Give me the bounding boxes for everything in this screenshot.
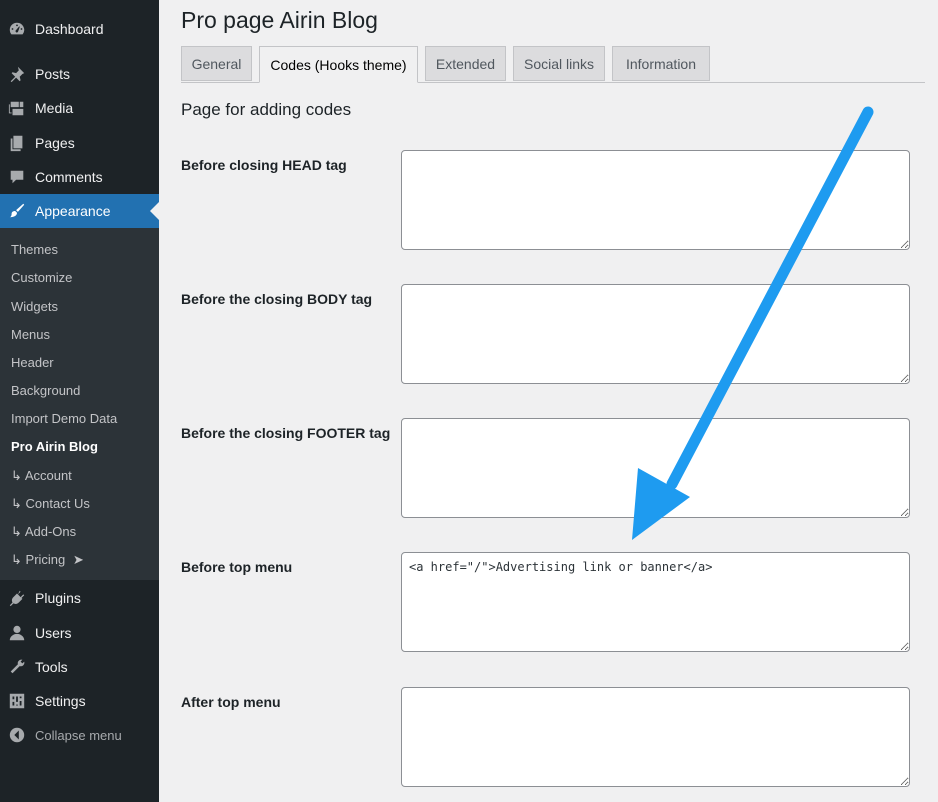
submenu-header[interactable]: Header — [11, 355, 54, 370]
page-title: Pro page Airin Blog — [181, 7, 378, 33]
field-label-after-top-menu: After top menu — [181, 694, 281, 710]
submenu-label: Pricing — [25, 552, 66, 567]
collapse-label: Collapse menu — [35, 727, 122, 743]
child-indent-icon: ↳ — [11, 524, 22, 539]
menu-settings[interactable]: Settings — [0, 684, 159, 718]
tab-social-links[interactable]: Social links — [513, 46, 605, 81]
submenu-contact-us[interactable]: ↳ Contact Us — [11, 496, 90, 512]
submenu-customize[interactable]: Customize — [11, 270, 72, 285]
menu-plugins[interactable]: Plugins — [0, 581, 159, 615]
wrench-icon — [8, 658, 26, 676]
code-textarea-before-top-menu[interactable]: <a href="/">Advertising link or banner</… — [401, 552, 910, 652]
tab-extended[interactable]: Extended — [425, 46, 506, 81]
dashboard-icon — [8, 20, 26, 38]
menu-label: Appearance — [35, 203, 111, 219]
menu-posts[interactable]: Posts — [0, 57, 159, 91]
code-textarea-footer[interactable] — [401, 418, 910, 518]
tab-general[interactable]: General — [181, 46, 252, 81]
menu-label: Dashboard — [35, 21, 104, 37]
field-label-before-top-menu: Before top menu — [181, 559, 293, 575]
plug-icon — [8, 589, 26, 607]
tab-information[interactable]: Information — [612, 46, 710, 81]
menu-label: Posts — [35, 66, 71, 82]
collapse-menu-button[interactable]: Collapse menu — [0, 720, 159, 750]
settings-tabs: General Codes (Hooks theme) Extended Soc… — [181, 46, 925, 83]
submenu-account[interactable]: ↳ Account — [11, 468, 72, 484]
menu-pages[interactable]: Pages — [0, 126, 159, 160]
media-icon — [8, 99, 26, 117]
submenu-widgets[interactable]: Widgets — [11, 299, 58, 314]
field-label-head: Before closing HEAD tag — [181, 157, 347, 173]
pricing-arrow-icon: ➤ — [72, 552, 84, 567]
submenu-label: Account — [24, 468, 72, 483]
menu-media[interactable]: Media — [0, 91, 159, 125]
field-label-body: Before the closing BODY tag — [181, 291, 373, 307]
tab-codes-hooks-theme[interactable]: Codes (Hooks theme) — [259, 46, 418, 83]
menu-label: Users — [35, 625, 72, 641]
menu-label: Media — [35, 100, 74, 116]
submenu-pricing[interactable]: ↳ Pricing ➤ — [11, 552, 84, 568]
child-indent-icon: ↳ — [11, 496, 22, 511]
submenu-pro-airin-blog[interactable]: Pro Airin Blog — [11, 439, 98, 454]
menu-comments[interactable]: Comments — [0, 160, 159, 194]
submenu-add-ons[interactable]: ↳ Add-Ons — [11, 524, 76, 540]
code-textarea-head[interactable] — [401, 150, 910, 250]
appearance-submenu: Themes Customize Widgets Menus Header Ba… — [0, 228, 159, 580]
submenu-label: Contact Us — [25, 496, 90, 511]
menu-label: Settings — [35, 693, 86, 709]
child-indent-icon: ↳ — [11, 468, 22, 483]
menu-dashboard[interactable]: Dashboard — [0, 12, 159, 46]
pushpin-icon — [8, 65, 26, 83]
main-content: Pro page Airin Blog General Codes (Hooks… — [181, 0, 938, 802]
pages-icon — [8, 134, 26, 152]
sliders-icon — [8, 692, 26, 710]
user-icon — [8, 624, 26, 642]
menu-users[interactable]: Users — [0, 616, 159, 650]
submenu-import-demo[interactable]: Import Demo Data — [11, 411, 117, 426]
code-textarea-after-top-menu[interactable] — [401, 687, 910, 787]
menu-tools[interactable]: Tools — [0, 650, 159, 684]
comment-bubble-icon — [8, 168, 26, 186]
submenu-background[interactable]: Background — [11, 383, 80, 398]
submenu-label: Add-Ons — [24, 524, 77, 539]
code-textarea-body[interactable] — [401, 284, 910, 384]
collapse-arrow-icon — [8, 726, 26, 744]
paintbrush-icon — [8, 202, 26, 220]
menu-label: Plugins — [35, 590, 81, 606]
menu-appearance[interactable]: Appearance — [0, 194, 159, 228]
child-indent-icon: ↳ — [11, 552, 22, 567]
submenu-themes[interactable]: Themes — [11, 242, 58, 257]
admin-sidebar: Dashboard Posts Media Pages Comments App… — [0, 0, 159, 802]
section-title: Page for adding codes — [181, 100, 352, 119]
submenu-menus[interactable]: Menus — [11, 327, 50, 342]
current-menu-pointer — [150, 202, 159, 220]
menu-label: Tools — [35, 659, 68, 675]
field-label-footer: Before the closing FOOTER tag — [181, 425, 391, 441]
menu-label: Pages — [35, 135, 75, 151]
menu-label: Comments — [35, 169, 103, 185]
